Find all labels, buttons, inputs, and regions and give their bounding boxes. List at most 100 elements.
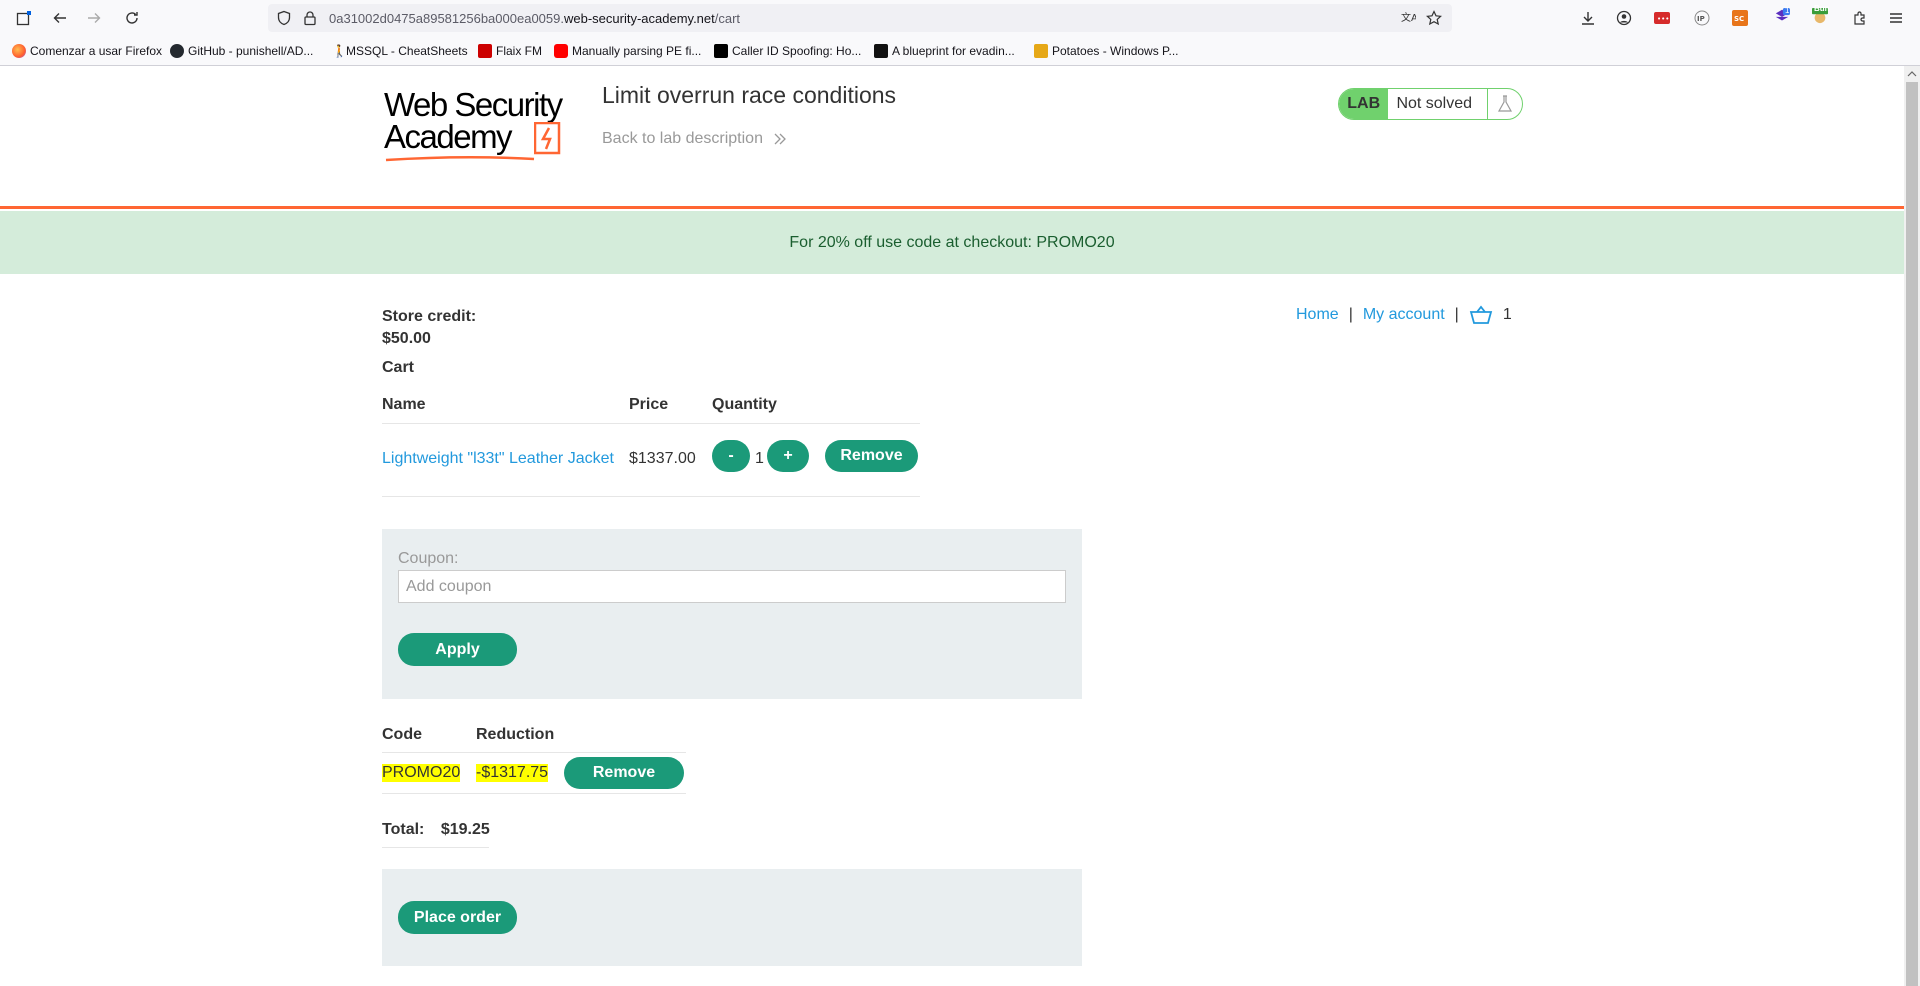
scrollbar-thumb[interactable] <box>1906 82 1918 986</box>
terminal-icon <box>874 44 888 58</box>
column-header-code: Code <box>382 726 422 743</box>
extensions-puzzle-icon[interactable] <box>1852 10 1868 26</box>
cart-heading: Cart <box>382 359 415 376</box>
remove-coupon-button[interactable]: Remove <box>564 757 684 789</box>
coupon-label: Coupon: <box>398 550 459 567</box>
bookmark-pe[interactable]: Manually parsing PE fi... <box>554 44 701 58</box>
coupon-input[interactable]: Add coupon <box>398 570 1066 603</box>
nav-home-link[interactable]: Home <box>1296 306 1339 324</box>
forward-arrow-icon[interactable] <box>86 10 102 26</box>
account-icon[interactable] <box>1616 10 1632 26</box>
github-icon <box>170 44 184 58</box>
scroll-up-arrow-icon[interactable] <box>1904 66 1920 82</box>
svg-text:SC: SC <box>1734 15 1744 23</box>
tab-overview-icon[interactable] <box>16 10 32 26</box>
svg-text:•••: ••• <box>1657 15 1669 23</box>
bookmark-label: Manually parsing PE fi... <box>572 44 702 58</box>
bookmark-firefox[interactable]: Comenzar a usar Firefox <box>12 44 162 58</box>
lab-status-badge: LAB Not solved <box>1338 88 1523 120</box>
cart-count[interactable]: 1 <box>1503 306 1512 324</box>
bookmark-mssql[interactable]: 🚶 MSSQL - CheatSheets <box>332 44 468 58</box>
total-value: $19.25 <box>440 821 490 838</box>
extension-ip-icon[interactable]: IP <box>1694 10 1710 26</box>
product-price: $1337.00 <box>629 450 696 467</box>
menu-hamburger-icon[interactable] <box>1888 10 1904 26</box>
total-label: Total: <box>382 821 425 838</box>
place-order-button[interactable]: Place order <box>398 901 517 934</box>
total-underline <box>382 847 489 848</box>
url-subdomain: 0a31002d0475a89581256ba000ea0059. <box>329 11 564 26</box>
top-nav: Home | My account | 1 <box>1296 305 1512 325</box>
lab-status: Not solved <box>1396 95 1473 112</box>
column-header-reduction: Reduction <box>476 726 555 743</box>
bookmark-blueprint[interactable]: A blueprint for evadin... <box>874 44 1015 58</box>
page-scrollbar[interactable] <box>1904 66 1920 986</box>
coupon-placeholder: Add coupon <box>406 577 492 595</box>
remove-item-button[interactable]: Remove <box>825 440 918 472</box>
bookmark-label: A blueprint for evadin... <box>892 44 1015 58</box>
bookmark-label: Comenzar a usar Firefox <box>30 44 163 58</box>
bookmark-potatoes[interactable]: Potatoes - Windows P... <box>1034 44 1179 58</box>
logo-underline <box>385 155 535 162</box>
bookmark-label: Caller ID Spoofing: Ho... <box>732 44 862 58</box>
bookmark-star-icon[interactable] <box>1426 10 1442 26</box>
flaix-icon <box>478 44 492 58</box>
bookmark-label: Potatoes - Windows P... <box>1052 44 1179 58</box>
firefox-icon <box>12 44 26 58</box>
medium-icon <box>714 44 728 58</box>
lock-icon[interactable] <box>302 10 318 26</box>
nav-my-account-link[interactable]: My account <box>1363 306 1445 324</box>
url-text[interactable]: 0a31002d0475a89581256ba000ea0059.web-sec… <box>329 11 740 26</box>
lab-header: Web Security Academy Limit overrun race … <box>0 66 1904 209</box>
column-header-quantity: Quantity <box>712 396 777 413</box>
bookmarks-bar: Comenzar a usar Firefox GitHub - punishe… <box>0 36 1920 66</box>
extension-sc-icon[interactable]: SC <box>1732 10 1748 26</box>
total-row: Total: $19.25 <box>382 821 490 848</box>
store-credit: Store credit: $50.00 <box>382 306 476 350</box>
hacker-figure-icon: 🚶 <box>332 44 347 58</box>
coupon-form: Coupon: Add coupon Apply <box>382 529 1082 699</box>
bookmark-flaix[interactable]: Flaix FM <box>478 44 542 58</box>
cart-basket-icon[interactable] <box>1469 305 1493 325</box>
table-row: Lightweight "l33t" Leather Jacket $1337.… <box>382 424 920 496</box>
logo-bolt-icon <box>534 122 561 155</box>
web-security-academy-logo[interactable]: Web Security Academy <box>384 86 584 166</box>
bookmark-callerid[interactable]: Caller ID Spoofing: Ho... <box>714 44 861 58</box>
url-path: /cart <box>714 11 741 26</box>
lab-title: Limit overrun race conditions <box>602 82 897 108</box>
decrease-quantity-button[interactable]: - <box>712 440 750 472</box>
place-order-form: Place order <box>382 869 1082 966</box>
increase-quantity-button[interactable]: + <box>767 440 809 472</box>
bookmark-label: Flaix FM <box>496 44 542 58</box>
column-header-name: Name <box>382 396 426 413</box>
page-content: Web Security Academy Limit overrun race … <box>0 66 1904 986</box>
table-divider <box>382 793 686 794</box>
quantity-value: 1 <box>755 450 764 467</box>
url-host: web-security-academy.net <box>563 11 715 26</box>
potato-icon <box>1034 44 1048 58</box>
bookmark-github[interactable]: GitHub - punishell/AD... <box>170 44 313 58</box>
bookmark-label: MSSQL - CheatSheets <box>346 44 468 58</box>
apply-coupon-button[interactable]: Apply <box>398 633 517 666</box>
table-divider <box>382 496 920 497</box>
bookmark-label: GitHub - punishell/AD... <box>188 44 314 58</box>
downloads-icon[interactable] <box>1580 10 1596 26</box>
url-bar[interactable]: 0a31002d0475a89581256ba000ea0059.web-sec… <box>268 4 1452 32</box>
back-arrow-icon[interactable] <box>52 10 68 26</box>
translate-icon[interactable]: 文A <box>1400 10 1416 26</box>
back-to-lab-link[interactable]: Back to lab description <box>602 130 787 148</box>
extension-purple-badge: 1 <box>1785 6 1790 15</box>
reload-icon[interactable] <box>124 10 140 26</box>
product-link[interactable]: Lightweight "l33t" Leather Jacket <box>382 450 614 468</box>
shield-icon[interactable] <box>276 10 292 26</box>
nav-separator: | <box>1348 306 1353 323</box>
flask-icon[interactable] <box>1487 89 1522 119</box>
double-chevron-right-icon <box>774 133 787 145</box>
lab-label: LAB <box>1339 89 1389 119</box>
store-credit-value: $50.00 <box>382 330 431 347</box>
svg-text:IP: IP <box>1697 15 1705 23</box>
youtube-icon <box>554 44 568 58</box>
extension-red-icon[interactable]: ••• <box>1654 10 1670 26</box>
extension-bun-label: Bun <box>1814 4 1830 13</box>
column-header-price: Price <box>629 396 669 413</box>
